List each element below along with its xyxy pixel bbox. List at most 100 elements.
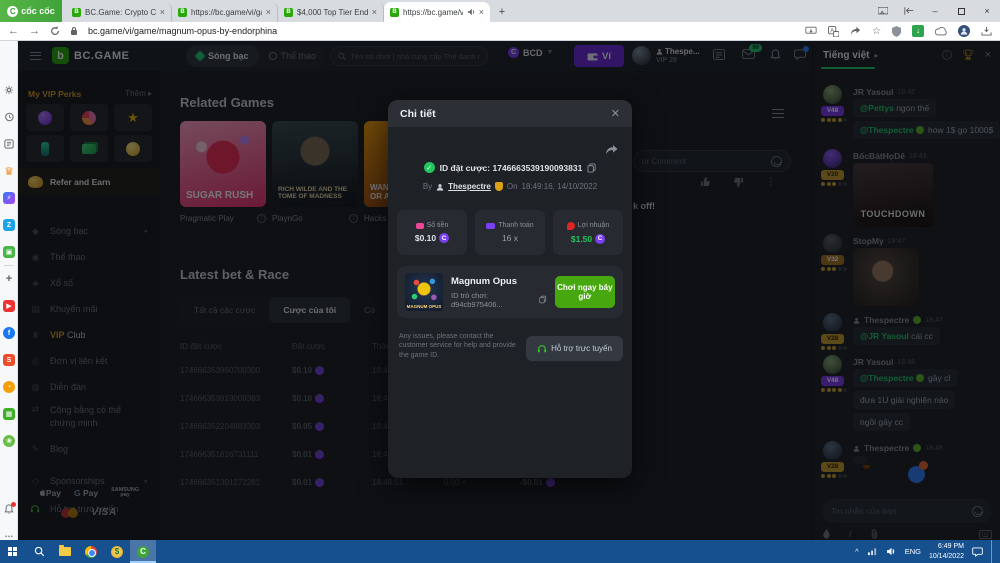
bcd-coin-icon: C <box>595 234 605 244</box>
network-icon[interactable] <box>867 547 878 556</box>
minimize-button[interactable]: – <box>922 0 948 22</box>
start-button[interactable] <box>0 540 26 563</box>
facebook-icon[interactable]: f <box>3 327 15 339</box>
show-desktop-button[interactable] <box>991 540 994 563</box>
browser-tab-2[interactable]: B https://bc.game/vi/game/th × <box>172 2 278 22</box>
rail-more-icon[interactable]: … <box>3 528 15 540</box>
modal-title: Chi tiết <box>400 108 436 120</box>
browser-tab-1[interactable]: B BC.Game: Crypto Casino Gan × <box>66 2 172 22</box>
taskbar-search-icon[interactable] <box>26 540 52 563</box>
share-icon[interactable] <box>850 26 861 36</box>
windows-taskbar: $ C ^ ENG 6:49 PM 10/14/2022 <box>0 540 1000 563</box>
tab-title: BC.Game: Crypto Casino Gan <box>85 8 156 17</box>
bet-id-value: 1746663539190093831 <box>493 163 583 173</box>
forward-icon[interactable]: → <box>29 25 40 37</box>
back-icon[interactable]: ← <box>8 25 19 37</box>
browser-profile-avatar[interactable] <box>958 25 970 37</box>
browser-tab-3[interactable]: B $4,000 Top Tier Endorphina × <box>278 2 384 22</box>
play-now-button[interactable]: Chơi ngay bây giờ <box>555 276 615 308</box>
close-window-button[interactable]: × <box>974 0 1000 22</box>
bcgame-favicon: B <box>284 8 293 17</box>
maximize-button[interactable] <box>948 0 974 22</box>
tab-close-icon[interactable]: × <box>372 7 377 17</box>
coccoc-taskbar-icon[interactable]: C <box>130 540 156 563</box>
bcgame-favicon: B <box>390 8 399 17</box>
crown-icon[interactable]: ♛ <box>3 165 15 177</box>
modal-game-card: MAGNUM OPUS Magnum Opus ID trò chơi: d94… <box>397 266 623 318</box>
messenger-icon[interactable]: ⚡ <box>3 192 15 204</box>
file-explorer-icon[interactable] <box>52 540 78 563</box>
tab-title: https://bc.game/vi/game/th <box>191 8 262 17</box>
feed-icon[interactable] <box>3 138 15 150</box>
bookmark-star-icon[interactable]: ☆ <box>872 26 881 37</box>
tray-expand-icon[interactable]: ^ <box>855 547 859 556</box>
sync-cloud-icon[interactable] <box>935 27 947 36</box>
browser-tab-4-active[interactable]: B https://bc.game/vi/game × <box>384 2 490 22</box>
chrome-icon[interactable] <box>78 540 104 563</box>
bell-notification-icon[interactable] <box>3 503 15 515</box>
cleaner-icon[interactable] <box>896 0 922 22</box>
bcd-coin-icon: C <box>439 233 449 243</box>
headset-icon <box>537 344 547 354</box>
bet-datetime: 18:49:16, 14/10/2022 <box>522 182 598 191</box>
tab-close-icon[interactable]: × <box>266 7 271 17</box>
update-download-icon[interactable]: ↓ <box>912 25 924 37</box>
bet-username[interactable]: Thespectre <box>448 182 491 191</box>
bet-id-row: ✓ ID đặt cược: 1746663539190093831 <box>388 162 632 173</box>
reload-icon[interactable] <box>50 26 60 36</box>
bcgame-page: b BC.GAME Sòng bạc Thể thao C BCD ▼ Ví <box>18 41 1000 540</box>
copy-icon[interactable] <box>539 295 547 304</box>
add-shortcut-icon[interactable]: + <box>3 273 15 285</box>
clock-time: 6:49 PM <box>938 543 964 550</box>
address-bar-url[interactable]: bc.game/vi/game/magnum-opus-by-endorphin… <box>88 26 277 36</box>
screen: C cốc cốc B BC.Game: Crypto Casino Gan ×… <box>0 0 1000 563</box>
leaf-icon[interactable]: ❀ <box>3 435 15 447</box>
timer-deal-icon[interactable]: ◔ <box>3 381 15 393</box>
gift-icon[interactable]: ▦ <box>3 408 15 420</box>
coccoc-side-rail: ♛ ⚡ Z ▣ + ▶ f S ◔ ▦ ❀ … <box>0 41 18 540</box>
zalo-icon[interactable]: Z <box>3 219 15 231</box>
clock-date: 10/14/2022 <box>929 553 964 560</box>
tab-close-icon[interactable]: × <box>479 7 484 17</box>
volume-icon[interactable] <box>886 547 897 556</box>
live-support-button[interactable]: Hỗ trợ trực tuyến <box>526 336 623 361</box>
translate-icon[interactable]: A <box>828 26 839 37</box>
coccoc-brand-label: cốc cốc <box>21 6 55 16</box>
new-tab-button[interactable]: + <box>494 4 510 20</box>
person-icon <box>436 183 444 191</box>
save-page-icon[interactable] <box>805 26 817 36</box>
user-badge-icon <box>495 182 503 191</box>
bcgame-favicon: B <box>178 8 187 17</box>
tab-close-icon[interactable]: × <box>160 7 165 17</box>
copy-icon[interactable] <box>587 163 596 173</box>
bet-detail-modal: Chi tiết ✕ ✓ ID đặt cược: 17466635391900… <box>388 100 632 478</box>
coccoc-logo-icon: C <box>7 6 18 17</box>
action-center-icon[interactable] <box>972 547 983 557</box>
history-icon[interactable] <box>3 111 15 123</box>
tab-audio-icon[interactable] <box>467 8 475 16</box>
money-app-icon[interactable]: $ <box>104 540 130 563</box>
tab-title: https://bc.game/vi/game <box>403 8 463 17</box>
modal-share-icon[interactable] <box>605 144 618 155</box>
coccoc-brand[interactable]: C cốc cốc <box>0 0 62 22</box>
browser-toolbar: ← → bc.game/vi/game/magnum-opus-by-endor… <box>0 22 1000 41</box>
settings-gear-icon[interactable] <box>3 84 15 96</box>
stat-payout: Thanh toán 16 x <box>475 210 545 255</box>
browser-tabbar: C cốc cốc B BC.Game: Crypto Casino Gan ×… <box>0 0 1000 22</box>
bcgame-favicon: B <box>72 8 81 17</box>
shopee-icon[interactable]: S <box>3 354 15 366</box>
game-name: Magnum Opus <box>451 276 547 287</box>
game-id: ID trò chơi: d94cb975406... <box>451 291 547 309</box>
downloads-tray-icon[interactable] <box>981 26 992 36</box>
youtube-icon[interactable]: ▶ <box>3 300 15 312</box>
games-gamepad-icon[interactable]: ▣ <box>3 246 15 258</box>
modal-close-icon[interactable]: ✕ <box>611 107 620 120</box>
language-indicator[interactable]: ENG <box>905 547 921 556</box>
taskbar-clock[interactable]: 6:49 PM 10/14/2022 <box>929 542 964 560</box>
tab-search-icon[interactable] <box>870 0 896 22</box>
shield-icon[interactable] <box>892 26 901 37</box>
system-tray: ^ ENG 6:49 PM 10/14/2022 <box>855 540 1000 563</box>
payout-icon <box>486 223 495 229</box>
game-thumbnail[interactable]: MAGNUM OPUS <box>405 273 443 311</box>
lock-icon[interactable] <box>70 26 78 36</box>
